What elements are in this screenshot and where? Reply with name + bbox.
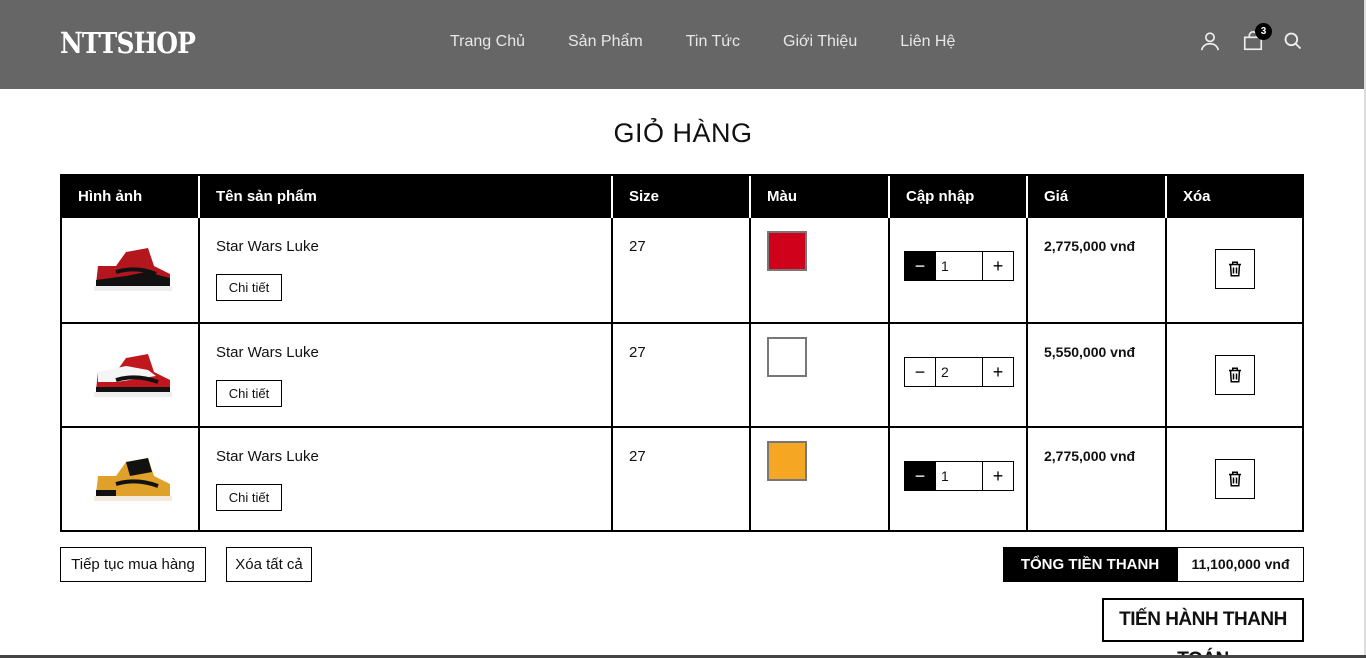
detail-button[interactable]: Chi tiết — [216, 484, 282, 511]
product-size: 27 — [629, 344, 646, 361]
delete-cell — [1165, 218, 1302, 322]
product-name-cell: Star Wars Luke Chi tiết — [198, 428, 611, 530]
product-name[interactable]: Star Wars Luke — [216, 344, 319, 361]
checkout-button[interactable]: TIẾN HÀNH THANH TOÁN — [1102, 598, 1304, 658]
delete-button[interactable] — [1215, 459, 1255, 499]
site-logo[interactable]: NTTSHOP — [60, 26, 196, 60]
size-cell: 27 — [611, 428, 749, 530]
total-value: 11,100,000 vnđ — [1177, 547, 1304, 582]
color-swatch — [767, 231, 807, 271]
delete-button[interactable] — [1215, 355, 1255, 395]
page-title: GIỎ HÀNG — [613, 118, 753, 148]
decrease-quantity-button[interactable]: − — [905, 462, 935, 490]
column-header-delete: Xóa — [1165, 176, 1302, 218]
table-row: Star Wars Luke Chi tiết 27 − 1 + 2,775,0… — [62, 426, 1302, 530]
size-cell: 27 — [611, 218, 749, 322]
product-size: 27 — [629, 238, 646, 255]
user-icon[interactable] — [1199, 30, 1221, 52]
increase-quantity-button[interactable]: + — [983, 358, 1013, 386]
decrease-quantity-button[interactable]: − — [905, 252, 935, 280]
product-name[interactable]: Star Wars Luke — [216, 238, 319, 255]
quantity-input[interactable]: 1 — [935, 462, 983, 490]
continue-shopping-button[interactable]: Tiếp tục mua hàng — [60, 547, 206, 582]
increase-quantity-button[interactable]: + — [983, 252, 1013, 280]
product-name-cell: Star Wars Luke Chi tiết — [198, 324, 611, 426]
product-name-cell: Star Wars Luke Chi tiết — [198, 218, 611, 322]
color-swatch — [767, 441, 807, 481]
column-header-size: Size — [611, 176, 749, 218]
nav-item-lien-he[interactable]: Liên Hệ — [900, 33, 955, 51]
table-row: Star Wars Luke Chi tiết 27 − 1 + 2,775,0… — [62, 218, 1302, 322]
quantity-input[interactable]: 2 — [935, 358, 983, 386]
product-size: 27 — [629, 448, 646, 465]
price-cell: 2,775,000 vnđ — [1026, 218, 1165, 322]
product-image-cell — [62, 218, 200, 322]
trash-icon — [1229, 261, 1241, 277]
table-header: Hình ảnh Tên sản phẩm Size Màu Cập nhập … — [62, 176, 1302, 218]
column-header-name: Tên sản phẩm — [198, 176, 611, 218]
price-cell: 2,775,000 vnđ — [1026, 428, 1165, 530]
size-cell: 27 — [611, 324, 749, 426]
search-icon[interactable] — [1283, 31, 1303, 51]
product-price: 2,775,000 vnđ — [1044, 238, 1136, 254]
delete-button[interactable] — [1215, 249, 1255, 289]
color-cell — [749, 428, 888, 530]
trash-icon — [1229, 367, 1241, 383]
site-header: NTTSHOP Trang Chủ Sản Phẩm Tin Tức Giới … — [0, 0, 1366, 89]
detail-button[interactable]: Chi tiết — [216, 380, 282, 407]
color-swatch — [767, 337, 807, 377]
shoe-image[interactable] — [86, 446, 178, 510]
shoe-image[interactable] — [86, 342, 178, 406]
product-price: 5,550,000 vnđ — [1044, 344, 1136, 360]
price-cell: 5,550,000 vnđ — [1026, 324, 1165, 426]
column-header-image: Hình ảnh — [78, 188, 143, 205]
increase-quantity-button[interactable]: + — [983, 462, 1013, 490]
delete-cell — [1165, 324, 1302, 426]
trash-icon — [1229, 471, 1241, 487]
product-name[interactable]: Star Wars Luke — [216, 448, 319, 465]
quantity-cell: − 1 + — [888, 218, 1026, 322]
table-row: Star Wars Luke Chi tiết 27 − 2 + 5,550,0… — [62, 322, 1302, 426]
column-header-color: Màu — [749, 176, 888, 218]
quantity-stepper: − 1 + — [904, 251, 1014, 281]
cart-table: Hình ảnh Tên sản phẩm Size Màu Cập nhập … — [60, 174, 1304, 532]
delete-cell — [1165, 428, 1302, 530]
product-price: 2,775,000 vnđ — [1044, 448, 1136, 464]
total-label: TỔNG TIỀN THANH TOÁN — [1003, 547, 1177, 608]
detail-button[interactable]: Chi tiết — [216, 274, 282, 301]
clear-all-button[interactable]: Xóa tất cả — [226, 547, 312, 582]
quantity-stepper: − 1 + — [904, 461, 1014, 491]
quantity-stepper: − 2 + — [904, 357, 1014, 387]
product-image-cell — [62, 324, 200, 426]
quantity-cell: − 1 + — [888, 428, 1026, 530]
nav-item-tin-tuc[interactable]: Tin Tức — [686, 33, 740, 51]
nav-item-gioi-thieu[interactable]: Giới Thiệu — [783, 33, 857, 51]
product-image-cell — [62, 428, 200, 530]
nav-item-san-pham[interactable]: Sản Phẩm — [568, 33, 643, 51]
nav-item-trang-chu[interactable]: Trang Chủ — [450, 33, 525, 51]
quantity-input[interactable]: 1 — [935, 252, 983, 280]
cart-count-badge: 3 — [1255, 23, 1272, 40]
color-cell — [749, 218, 888, 322]
quantity-cell: − 2 + — [888, 324, 1026, 426]
column-header-update: Cập nhập — [888, 176, 1026, 218]
decrease-quantity-button[interactable]: − — [905, 358, 935, 386]
main-nav: Trang Chủ Sản Phẩm Tin Tức Giới Thiệu Li… — [450, 33, 998, 51]
shoe-image[interactable] — [86, 236, 178, 300]
column-header-price: Giá — [1026, 176, 1165, 218]
color-cell — [749, 324, 888, 426]
